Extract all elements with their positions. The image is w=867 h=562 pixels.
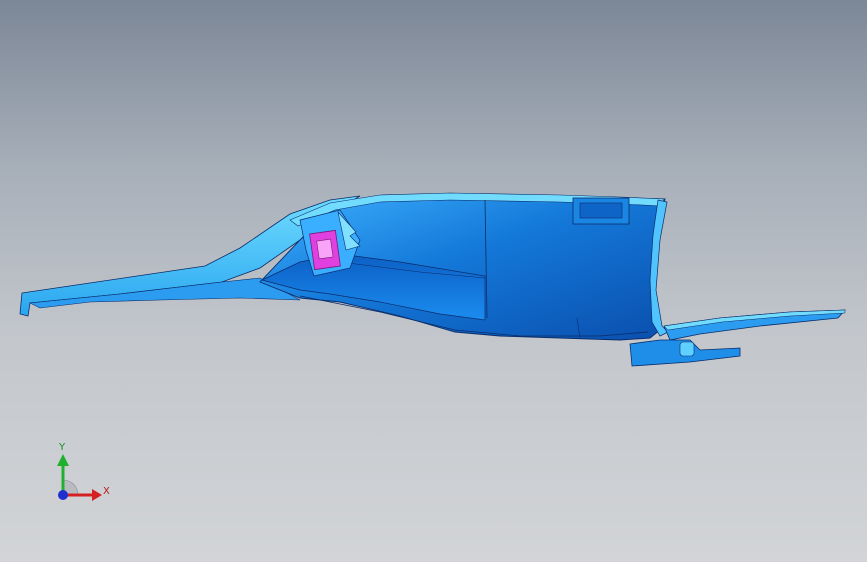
z-axis-dot-icon	[58, 490, 68, 500]
coordinate-triad: Y X	[44, 440, 124, 520]
x-axis-arrow-icon	[92, 489, 102, 501]
y-axis-arrow-icon	[57, 454, 69, 466]
3d-part-model[interactable]	[0, 0, 867, 562]
y-axis-label: Y	[59, 442, 66, 453]
x-axis-label: X	[103, 486, 110, 497]
magenta-clip-window	[316, 238, 334, 260]
graphics-viewport[interactable]: Y X	[0, 0, 867, 562]
top-slot-inner	[579, 202, 623, 219]
triad-graphic	[57, 454, 102, 501]
lower-clip-detail	[679, 341, 695, 357]
